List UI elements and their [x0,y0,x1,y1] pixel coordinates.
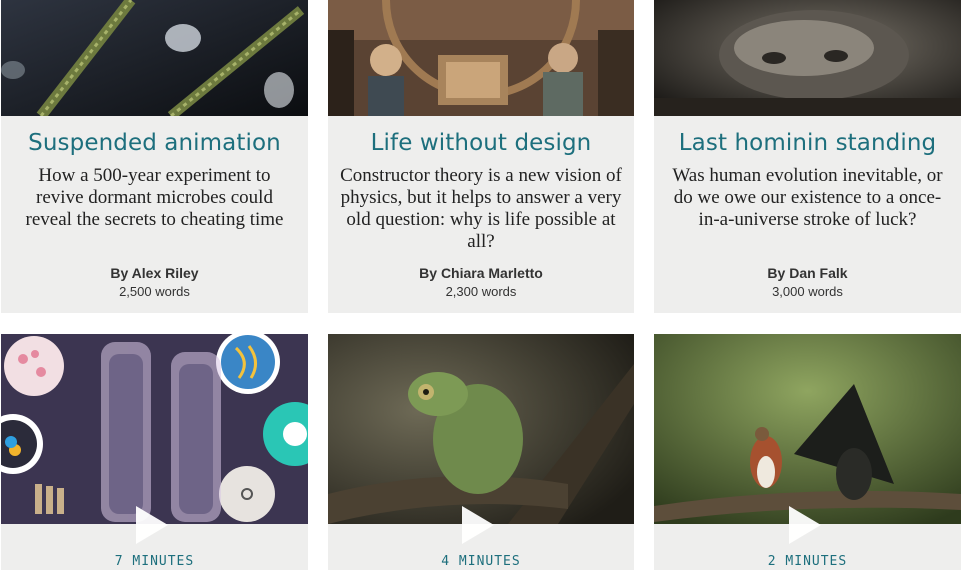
article-image-machine[interactable] [328,0,634,116]
duration-label: MINUTES [458,554,521,569]
play-icon[interactable] [788,506,821,544]
article-byline: By Dan Falk [654,265,961,281]
article-image-microbes[interactable] [1,0,308,116]
video-thumbnail-bird[interactable] [654,334,961,524]
article-card-life-without-design[interactable]: Life without design Constructor theory i… [328,0,634,313]
article-image-hominin[interactable] [654,0,961,116]
play-icon[interactable] [135,506,168,544]
author-name[interactable]: Chiara Marletto [441,265,543,281]
video-card-chameleon[interactable]: 4 MINUTES [328,334,634,570]
article-card-suspended-animation[interactable]: Suspended animation How a 500-year exper… [1,0,308,313]
duration-label: MINUTES [132,554,195,569]
play-icon[interactable] [462,506,494,544]
duration-value: 7 [114,554,124,569]
word-count-value: 3,000 [772,284,805,299]
duration-value: 2 [767,554,777,569]
article-byline: By Chiara Marletto [328,265,634,281]
video-thumbnail-chameleon[interactable] [328,334,634,524]
byline-prefix: By [419,265,438,281]
word-count-value: 2,500 [119,284,152,299]
article-dek: Constructor theory is a new vision of ph… [340,165,622,252]
article-word-count: 2,300 words [328,284,634,299]
article-title[interactable]: Life without design [328,130,634,156]
video-thumbnail-human-cells[interactable] [1,334,308,524]
word-count-label: words [155,284,190,299]
article-card-last-hominin-standing[interactable]: Last hominin standing Was human evolutio… [654,0,961,313]
word-count-label: words [481,284,517,299]
article-byline: By Alex Riley [1,265,308,281]
video-card-bird[interactable]: 2 MINUTES [654,334,961,570]
article-dek: Was human evolution inevitable, or do we… [672,165,943,230]
word-count-value: 2,300 [445,284,479,299]
author-name[interactable]: Alex Riley [132,265,199,281]
byline-prefix: By [767,265,786,281]
article-title[interactable]: Last hominin standing [654,130,961,156]
article-dek: How a 500-year experiment to revive dorm… [25,165,284,230]
video-duration: 7 MINUTES [1,554,308,569]
video-duration: 4 MINUTES [328,554,634,569]
video-card-human-cells[interactable]: 7 MINUTES [1,334,308,570]
article-word-count: 2,500 words [1,284,308,299]
word-count-label: words [808,284,843,299]
video-duration: 2 MINUTES [654,554,961,569]
article-word-count: 3,000 words [654,284,961,299]
duration-value: 4 [441,554,451,569]
duration-label: MINUTES [785,554,848,569]
author-name[interactable]: Dan Falk [789,265,847,281]
byline-prefix: By [110,265,129,281]
article-title[interactable]: Suspended animation [1,130,308,156]
